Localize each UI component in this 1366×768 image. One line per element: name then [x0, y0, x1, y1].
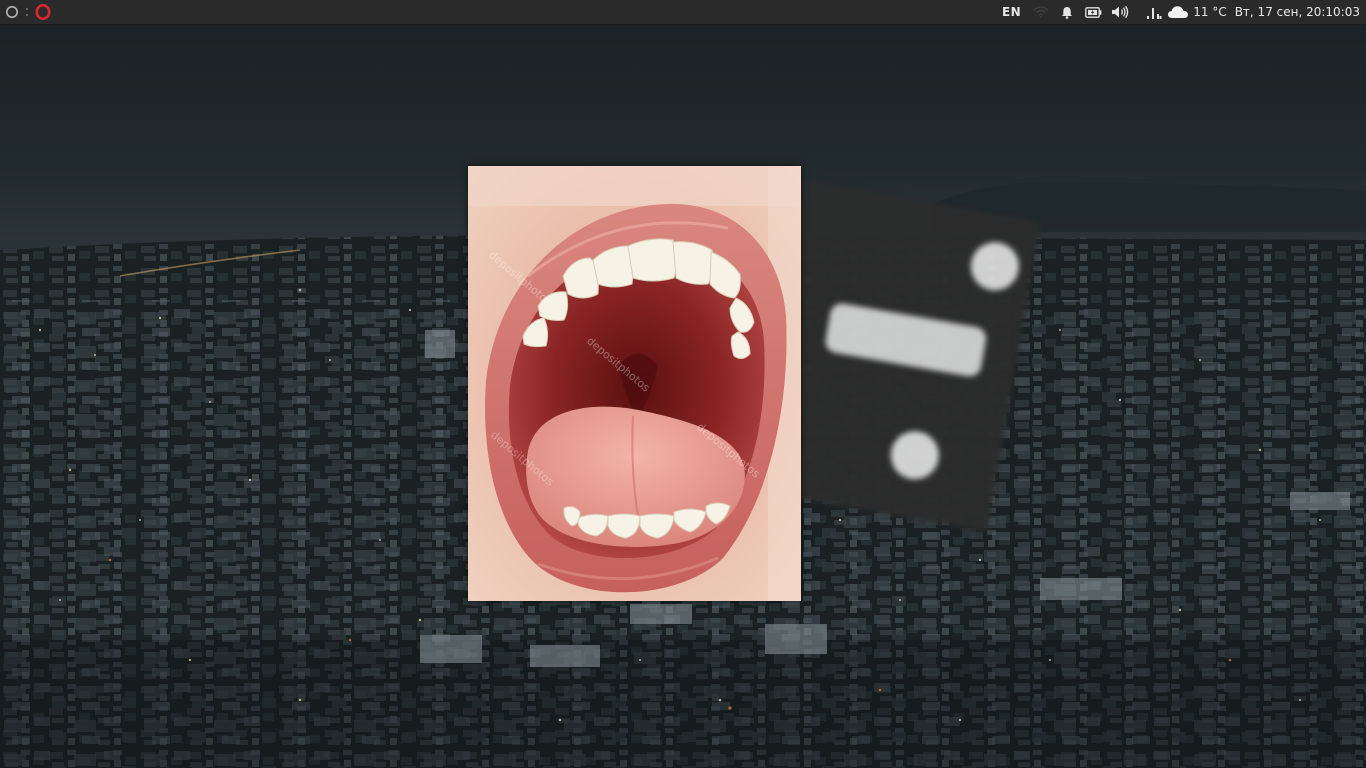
blurred-bar-middle[interactable]	[823, 301, 988, 379]
open-mouth-photo: depositphotos depositphotos depositphoto…	[468, 166, 801, 601]
cloud-icon[interactable]	[1167, 0, 1189, 24]
blurred-button-bottom[interactable]	[887, 427, 943, 484]
bell-icon[interactable]	[1061, 0, 1073, 24]
circle-menu-icon[interactable]	[5, 0, 19, 24]
battery-icon[interactable]	[1085, 0, 1102, 24]
panel-tray: EN 11 °C Вт, 17 сен, 20:10:03	[992, 0, 1360, 24]
keyboard-layout-indicator[interactable]: EN	[1002, 0, 1021, 24]
panel-launchers	[0, 0, 51, 24]
vertical-dots-separator-icon	[25, 0, 29, 24]
image-viewer-window[interactable]: depositphotos depositphotos depositphoto…	[468, 166, 801, 601]
speaker-volume-icon[interactable]	[1111, 0, 1129, 24]
bar-graph-icon[interactable]	[1146, 0, 1162, 24]
top-panel: EN 11 °C Вт, 17 сен, 20:10:03	[0, 0, 1366, 25]
wifi-icon[interactable]	[1033, 0, 1049, 24]
opera-browser-icon[interactable]	[35, 0, 51, 24]
clock[interactable]: Вт, 17 сен, 20:10:03	[1235, 0, 1360, 24]
weather-temperature[interactable]: 11 °C	[1193, 0, 1226, 24]
desktop[interactable]: EN 11 °C Вт, 17 сен, 20:10:03 depositpho…	[0, 0, 1366, 768]
blurred-button-top[interactable]	[967, 238, 1023, 295]
